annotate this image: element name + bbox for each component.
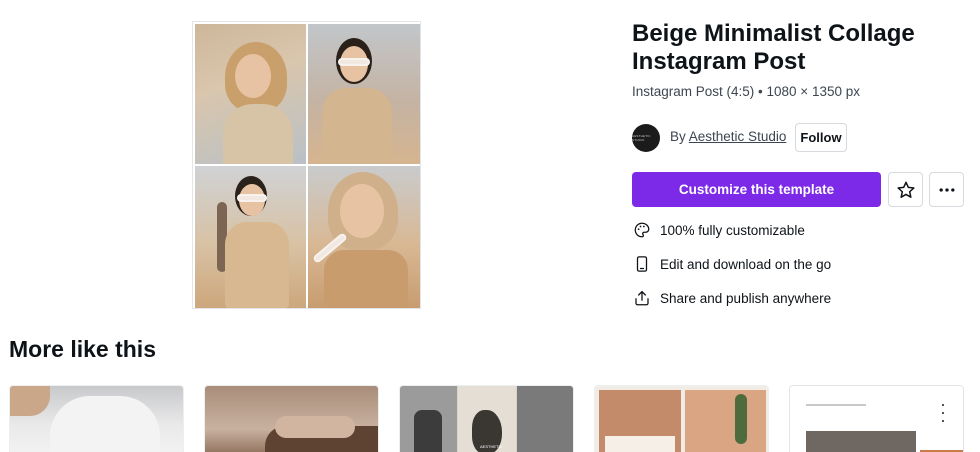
- related-template-thumbnail[interactable]: [9, 385, 184, 452]
- related-template-thumbnail[interactable]: [789, 385, 964, 452]
- collage-photo-3: [195, 166, 306, 308]
- template-dimensions: Instagram Post (4:5) • 1080 × 1350 px: [632, 84, 860, 99]
- feature-label: Edit and download on the go: [660, 256, 832, 272]
- template-title: Beige Minimalist Collage Instagram Post: [632, 20, 915, 75]
- phone-icon: [632, 254, 652, 274]
- collage-photo-1: [195, 24, 306, 164]
- by-prefix: By: [670, 129, 686, 144]
- thumbnail-label: AESTHETIC: [480, 444, 503, 449]
- more-horizontal-icon: [939, 187, 954, 192]
- more-like-this-heading: More like this: [9, 336, 156, 362]
- follow-button[interactable]: Follow: [795, 123, 847, 152]
- feature-label: Share and publish anywhere: [660, 290, 832, 306]
- author-avatar[interactable]: AESTHETIC STUDIO: [632, 124, 660, 152]
- avatar-logo-text: AESTHETIC STUDIO: [632, 134, 651, 142]
- feature-customizable: 100% fully customizable: [632, 220, 805, 240]
- collage-photo-4: [308, 166, 420, 308]
- related-template-thumbnail[interactable]: [594, 385, 769, 452]
- feature-share: Share and publish anywhere: [632, 288, 831, 308]
- star-icon: [896, 181, 915, 198]
- collage-photo-2: [308, 24, 420, 164]
- feature-mobile: Edit and download on the go: [632, 254, 831, 274]
- favorite-button[interactable]: [888, 172, 923, 207]
- palette-icon: [632, 220, 652, 240]
- share-icon: [632, 288, 652, 308]
- customize-template-button[interactable]: Customize this template: [632, 172, 881, 207]
- author-link[interactable]: Aesthetic Studio: [689, 129, 787, 144]
- template-preview[interactable]: [192, 21, 421, 309]
- feature-label: 100% fully customizable: [660, 222, 805, 238]
- author-byline: By Aesthetic Studio: [670, 129, 786, 144]
- related-template-thumbnail[interactable]: AESTHETIC: [399, 385, 574, 452]
- related-template-thumbnail[interactable]: [204, 385, 379, 452]
- more-options-button[interactable]: [929, 172, 964, 207]
